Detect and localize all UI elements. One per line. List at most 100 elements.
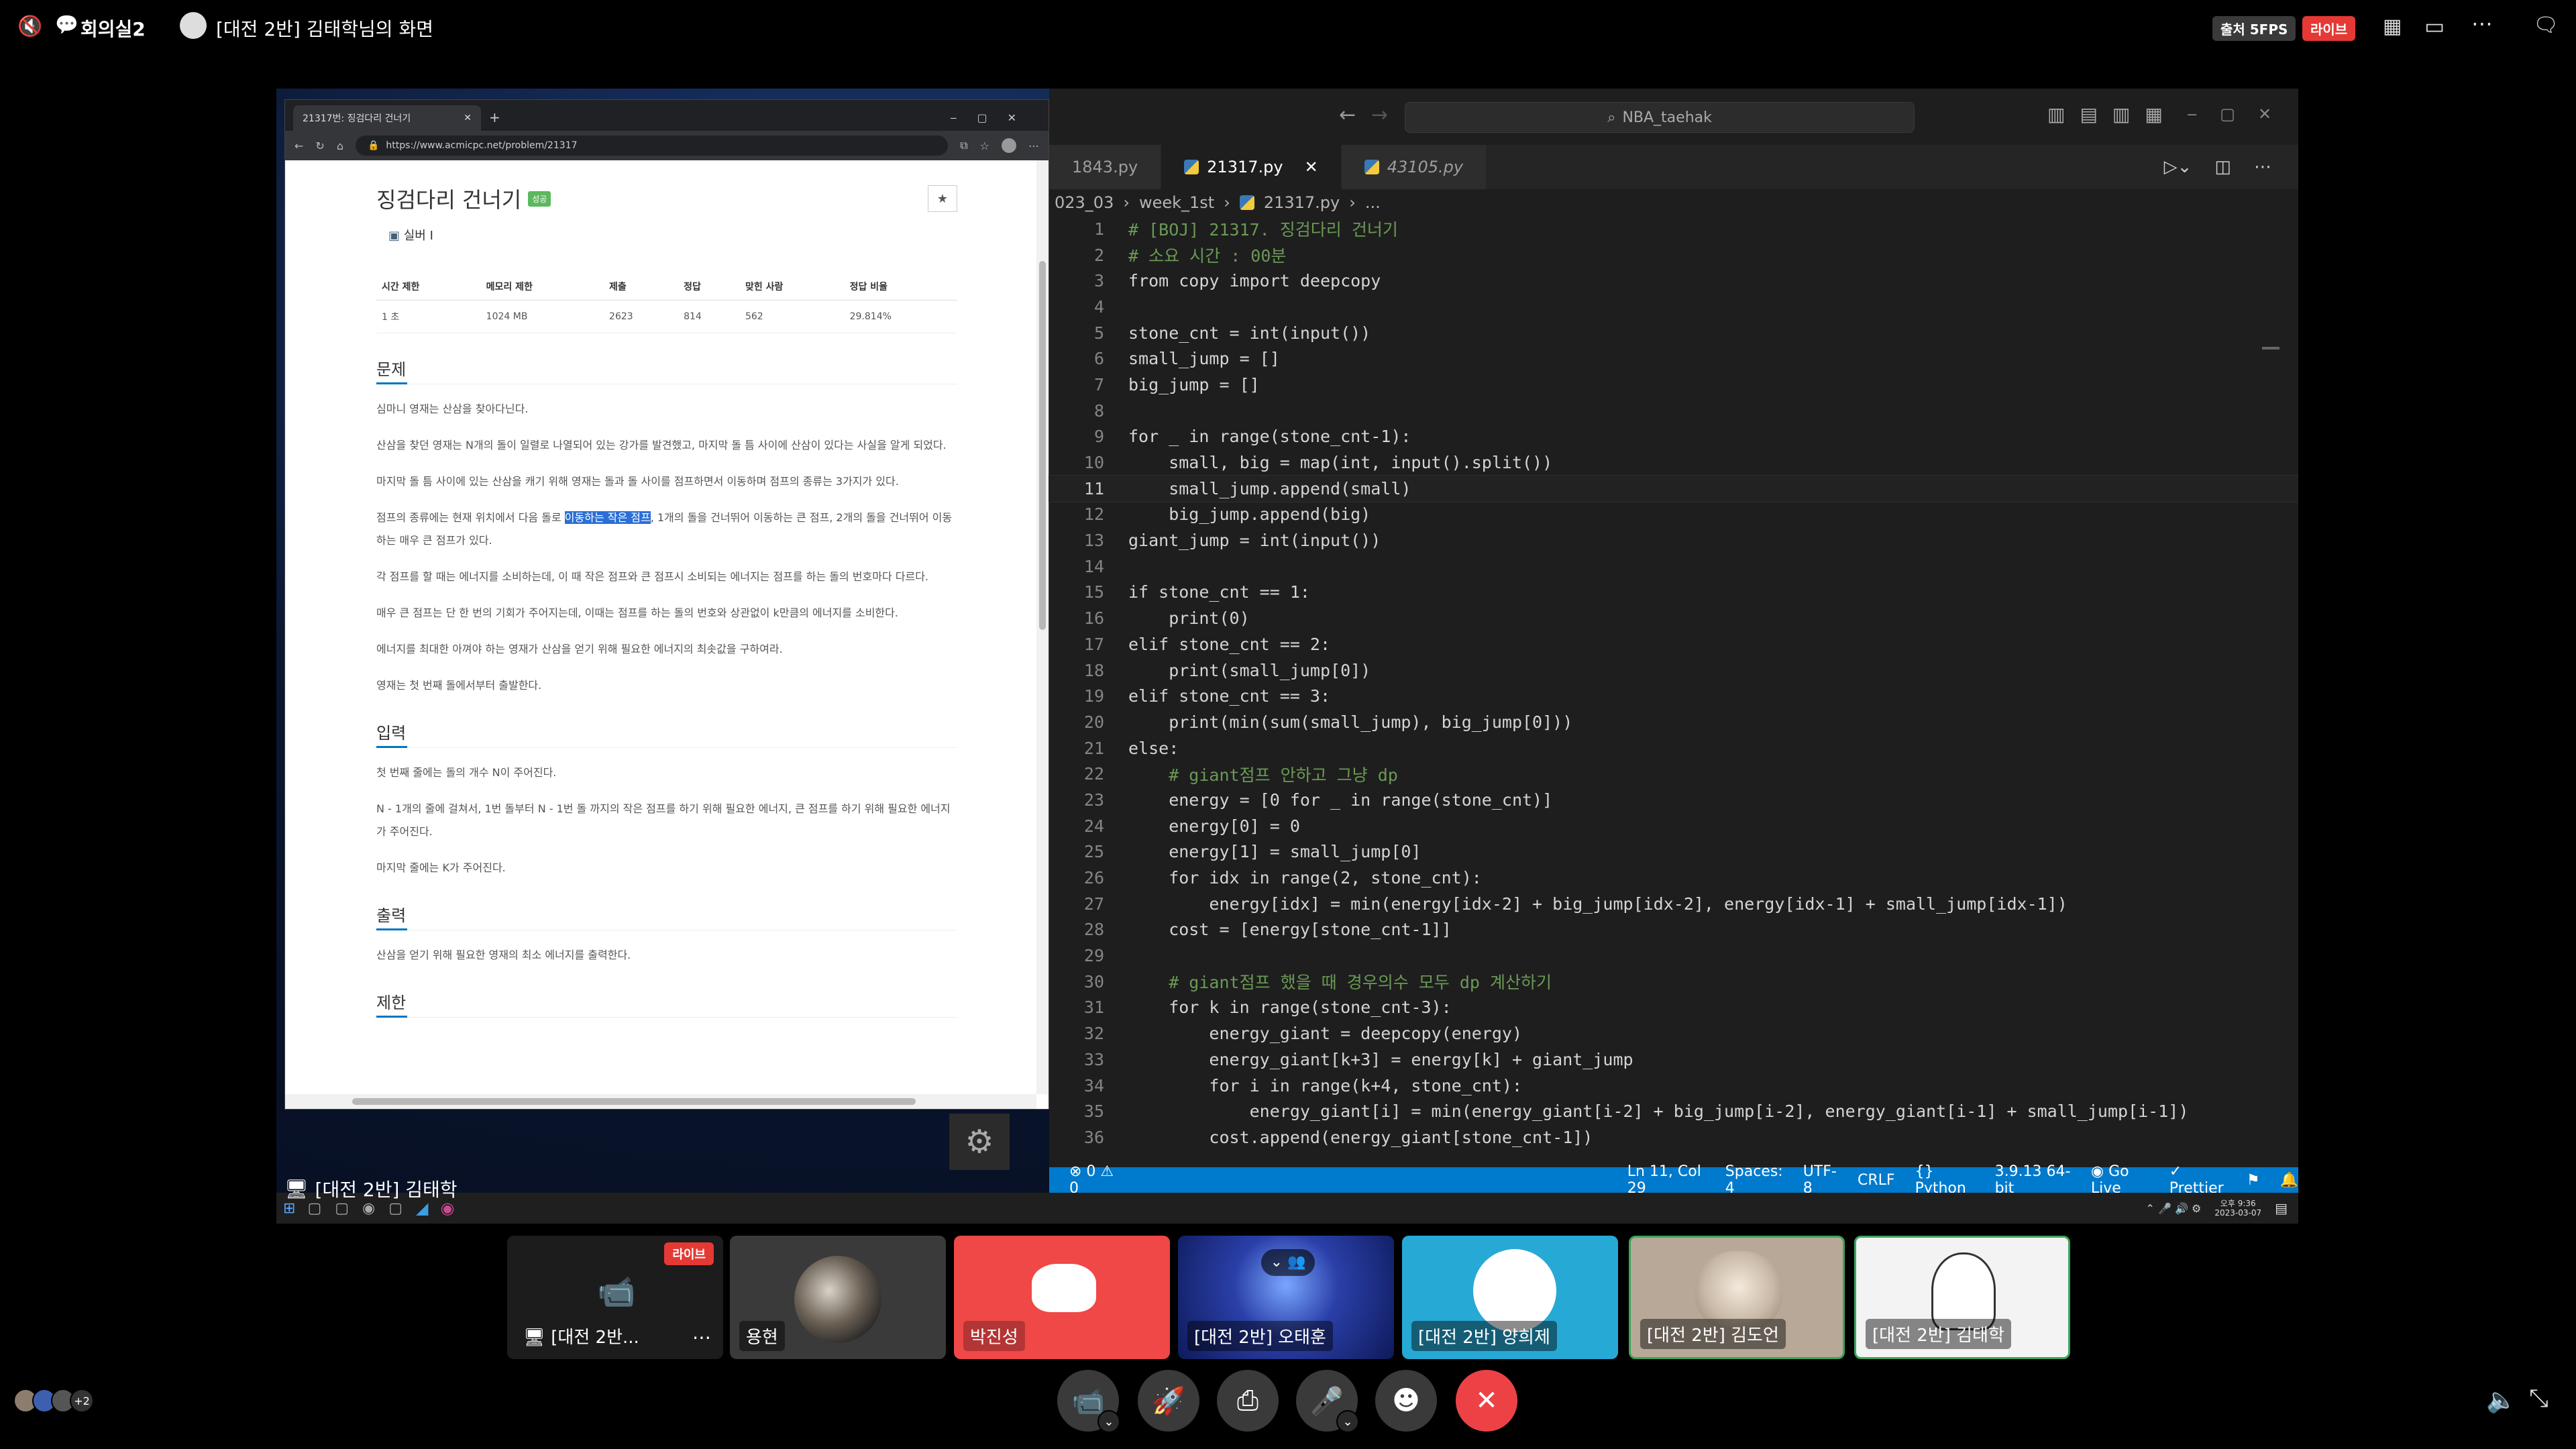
code-line[interactable]: 7 big_jump = [] [1049, 372, 2298, 398]
microphone-button[interactable]: 🎤 ⌄ [1296, 1370, 1359, 1433]
window-controls[interactable]: ‒▢✕ [950, 111, 1049, 131]
chat-toggle-icon[interactable]: 🗨 [2533, 13, 2559, 37]
code-line[interactable]: 5 stone_cnt = int(input()) [1049, 320, 2298, 346]
code-line[interactable]: 14 [1049, 553, 2298, 580]
participant-tile-jinseong[interactable]: 박진성 [954, 1236, 1170, 1359]
nav-back-icon[interactable]: ← [1339, 103, 1356, 127]
leave-call-button[interactable]: ✕ [1456, 1370, 1517, 1432]
code-line[interactable]: 35 energy_giant[i] = min(energy_giant[i-… [1049, 1098, 2298, 1124]
code-line[interactable]: 28 cost = [energy[stone_cnt-1]] [1049, 917, 2298, 943]
taskbar-apps[interactable]: ▢▢◉▢ [307, 1200, 416, 1217]
code-line[interactable]: 10 small, big = map(int, input().split()… [1049, 449, 2298, 476]
tab-21317[interactable]: 21317.py ✕ [1161, 145, 1342, 189]
code-line[interactable]: 32 energy_giant = deepcopy(energy) [1049, 1020, 2298, 1046]
code-line[interactable]: 11 small_jump.append(small) [1049, 474, 2298, 502]
code-line[interactable]: 1 # [BOJ] 21317. 징검다리 건너기 [1049, 216, 2298, 242]
nav-forward-icon[interactable]: → [1371, 103, 1388, 127]
close-icon[interactable]: ✕ [1305, 158, 1318, 176]
participant-tile-taehun[interactable]: ⌄ 👥 [대전 2반] 오태훈 [1178, 1236, 1394, 1359]
more-icon[interactable]: ⋯ [2254, 157, 2271, 177]
code-line[interactable]: 16 print(0) [1049, 605, 2298, 631]
participant-tile-screen[interactable]: 라이브 📹 🖥 [대전 2반... ⋯ [507, 1236, 723, 1359]
chevron-down-icon[interactable]: ⌄ [1097, 1410, 1120, 1433]
start-icon[interactable]: ⊞ [283, 1200, 295, 1217]
breadcrumb-item[interactable]: ... [1365, 193, 1381, 212]
prettier[interactable]: ✓ Prettier [2169, 1163, 2226, 1197]
participant-tile-yonghyun[interactable]: 용현 [730, 1236, 946, 1359]
problems-status[interactable]: ⊗ 0 ⚠ 0 [1069, 1163, 1116, 1197]
participant-tile-doeon[interactable]: [대전 2반] 김도언 [1629, 1236, 1845, 1359]
code-line[interactable]: 18 print(small_jump[0]) [1049, 657, 2298, 684]
cursor-position[interactable]: Ln 11, Col 29 [1627, 1163, 1705, 1197]
settings-gear-icon[interactable]: ⚙ [949, 1114, 1010, 1170]
notification-icon[interactable]: ▤ [2275, 1200, 2288, 1216]
code-line[interactable]: 26 for idx in range(2, stone_cnt): [1049, 865, 2298, 891]
language-mode[interactable]: {} Python [1915, 1163, 1975, 1197]
code-line[interactable]: 6 small_jump = [] [1049, 345, 2298, 372]
code-line[interactable]: 17 elif stone_cnt == 2: [1049, 631, 2298, 657]
code-line[interactable]: 34 for i in range(k+4, stone_cnt): [1049, 1073, 2298, 1099]
exit-fullscreen-icon[interactable]: ⤡ [2529, 1385, 2548, 1413]
feedback-icon[interactable]: ⚑ [2247, 1172, 2260, 1189]
code-editor[interactable]: 1 # [BOJ] 21317. 징검다리 건너기 2 # 소요 시간 : 00분 3 f… [1049, 216, 2298, 1150]
code-line[interactable]: 36 cost.append(energy_giant[stone_cnt-1]… [1049, 1124, 2298, 1150]
participant-tile-taehak[interactable]: [대전 2반] 김태학 [1854, 1236, 2070, 1359]
emoji-button[interactable]: ☻ [1375, 1370, 1437, 1432]
code-line[interactable]: 19 elif stone_cnt == 3: [1049, 683, 2298, 709]
more-icon[interactable]: ⋯ [2471, 11, 2493, 36]
line-ending[interactable]: CRLF [1858, 1172, 1895, 1189]
split-editor-icon[interactable]: ◫ [2214, 157, 2231, 177]
volume-icon[interactable]: 🔈 [2486, 1386, 2516, 1414]
notifications-icon[interactable]: 🔔 [2280, 1172, 2298, 1189]
code-line[interactable]: 25 energy[1] = small_jump[0] [1049, 839, 2298, 865]
reload-icon[interactable]: ↻ [315, 140, 324, 152]
code-line[interactable]: 13 giant_jump = int(input()) [1049, 527, 2298, 553]
code-line[interactable]: 15 if stone_cnt == 1: [1049, 580, 2298, 606]
indentation[interactable]: Spaces: 4 [1725, 1163, 1783, 1197]
menu-icon[interactable]: ⋯ [1028, 140, 1039, 152]
grid-icon[interactable]: ▦ [2383, 15, 2402, 38]
profile-icon[interactable] [1002, 138, 1016, 153]
encoding[interactable]: UTF-8 [1803, 1163, 1837, 1197]
extensions-icon[interactable]: ⧉ [960, 139, 967, 152]
run-icon[interactable]: ▷⌄ [2164, 157, 2192, 177]
speaker-muted-icon[interactable]: 🔇 [17, 15, 42, 38]
interpreter[interactable]: 3.9.13 64-bit [1995, 1163, 2071, 1197]
favorites-icon[interactable]: ☆ [980, 140, 989, 152]
code-line[interactable]: 9 for _ in range(stone_cnt-1): [1049, 424, 2298, 450]
new-tab-icon[interactable]: + [489, 109, 500, 125]
screen-share-button[interactable]: ⎙ [1217, 1370, 1279, 1432]
participant-tile-heeje[interactable]: [대전 2반] 양희제 [1402, 1236, 1618, 1359]
code-line[interactable]: 20 print(min(sum(small_jump), big_jump[0… [1049, 709, 2298, 735]
go-live[interactable]: ◉ Go Live [2091, 1163, 2149, 1197]
tab-1843[interactable]: 1843.py [1049, 145, 1162, 189]
back-icon[interactable]: ← [294, 140, 303, 152]
code-line[interactable]: 3 from copy import deepcopy [1049, 268, 2298, 294]
collapse-icon[interactable]: ⌄ 👥 [1261, 1249, 1315, 1276]
home-icon[interactable]: ⌂ [337, 140, 343, 152]
code-line[interactable]: 8 [1049, 398, 2298, 424]
tray-icons[interactable]: ⌃ 🎤 🔊 ⚙ [2145, 1202, 2201, 1215]
code-line[interactable]: 27 energy[idx] = min(energy[idx-2] + big… [1049, 891, 2298, 917]
code-line[interactable]: 4 [1049, 294, 2298, 320]
code-line[interactable]: 31 for k in range(stone_cnt-3): [1049, 995, 2298, 1021]
camera-button[interactable]: 📹 ⌄ [1057, 1370, 1120, 1433]
breadcrumb-item[interactable]: week_1st [1139, 193, 1214, 212]
activity-avatars[interactable]: +2 [13, 1389, 94, 1413]
more-icon[interactable]: ⋯ [692, 1326, 711, 1348]
star-button[interactable]: ★ [928, 185, 957, 212]
close-icon[interactable]: ✕ [464, 113, 472, 123]
breadcrumb-item[interactable]: 023_03 [1055, 193, 1114, 212]
code-line[interactable]: 2 # 소요 시간 : 00분 [1049, 242, 2298, 268]
code-line[interactable]: 22 # giant점프 안하고 그냥 dp [1049, 761, 2298, 787]
selected-text[interactable]: 이동하는 작은 점프 [564, 511, 651, 524]
url-field[interactable]: 🔒 https://www.acmicpc.net/problem/21317 [355, 136, 949, 156]
tab-43105[interactable]: 43105.py [1341, 145, 1487, 189]
code-line[interactable]: 24 energy[0] = 0 [1049, 813, 2298, 839]
code-line[interactable]: 29 [1049, 943, 2298, 969]
scroll-thumb[interactable] [1039, 261, 1046, 630]
vertical-scrollbar[interactable] [1036, 160, 1049, 1094]
scroll-thumb[interactable] [352, 1098, 916, 1105]
command-center-search[interactable]: ⌕ NBA_taehak [1405, 102, 1915, 133]
breadcrumb-item[interactable]: 21317.py [1264, 193, 1340, 212]
